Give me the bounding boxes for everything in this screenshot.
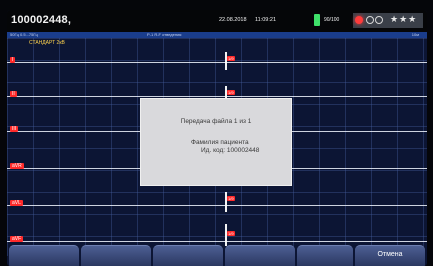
scale-mark: 1/9 <box>227 90 235 95</box>
scale-mark: 1/9 <box>227 231 235 236</box>
soft-button-3[interactable] <box>153 245 223 266</box>
cancel-button[interactable]: Отмена <box>355 245 425 266</box>
patient-code: Ид. код: 100002448 <box>201 147 260 154</box>
transfer-dialog: Передача файла 1 из 1 Фамилия пациента И… <box>140 98 292 186</box>
lead-label-iii: III <box>10 126 19 132</box>
lead-label-avl: aVL <box>10 200 23 206</box>
lead-label-avf: aVF <box>10 236 24 242</box>
lead-label-i: I <box>10 57 16 63</box>
patient-id: 100002448, <box>11 14 72 26</box>
dialog-title: Передача файла 1 из 1 <box>180 118 252 125</box>
soft-button-4[interactable] <box>225 245 295 266</box>
calibration-marker <box>225 52 227 70</box>
date: 22.08.2018 <box>219 17 247 23</box>
soft-button-5[interactable] <box>297 245 353 266</box>
lead-baseline <box>7 96 427 97</box>
soft-button-1[interactable] <box>9 245 79 266</box>
lead-baseline <box>7 62 427 63</box>
lead-baseline <box>7 241 427 242</box>
lead-label-ii: II <box>10 91 17 97</box>
battery-icon <box>314 14 320 26</box>
scale-mark: 1/9 <box>227 196 235 201</box>
scale-mark: 1/9 <box>227 56 235 61</box>
cancel-button-label: Отмена <box>377 251 403 258</box>
lead-label-avr: aVR <box>10 163 24 169</box>
soft-button-2[interactable] <box>81 245 151 266</box>
record-indicator-icon <box>355 16 363 24</box>
status-bar: 100002448, 22.08.2018 11:09:21 90/100 ★★… <box>7 10 427 32</box>
calibration-marker <box>225 192 227 212</box>
patient-name-label: Фамилия пациента <box>191 139 249 146</box>
mode-label: СТАНДАРТ 2кВ <box>29 40 65 46</box>
soft-button-bar: Отмена <box>7 245 427 266</box>
electrode-status-icon <box>366 16 374 24</box>
electrode-status-icon <box>375 16 383 24</box>
stars-icon: ★★★ <box>390 14 418 24</box>
battery-level: 90/100 <box>324 17 340 23</box>
device-screen: 100002448, 22.08.2018 11:09:21 90/100 ★★… <box>7 10 427 266</box>
lead-baseline <box>7 205 427 206</box>
time: 11:09:21 <box>255 17 277 23</box>
